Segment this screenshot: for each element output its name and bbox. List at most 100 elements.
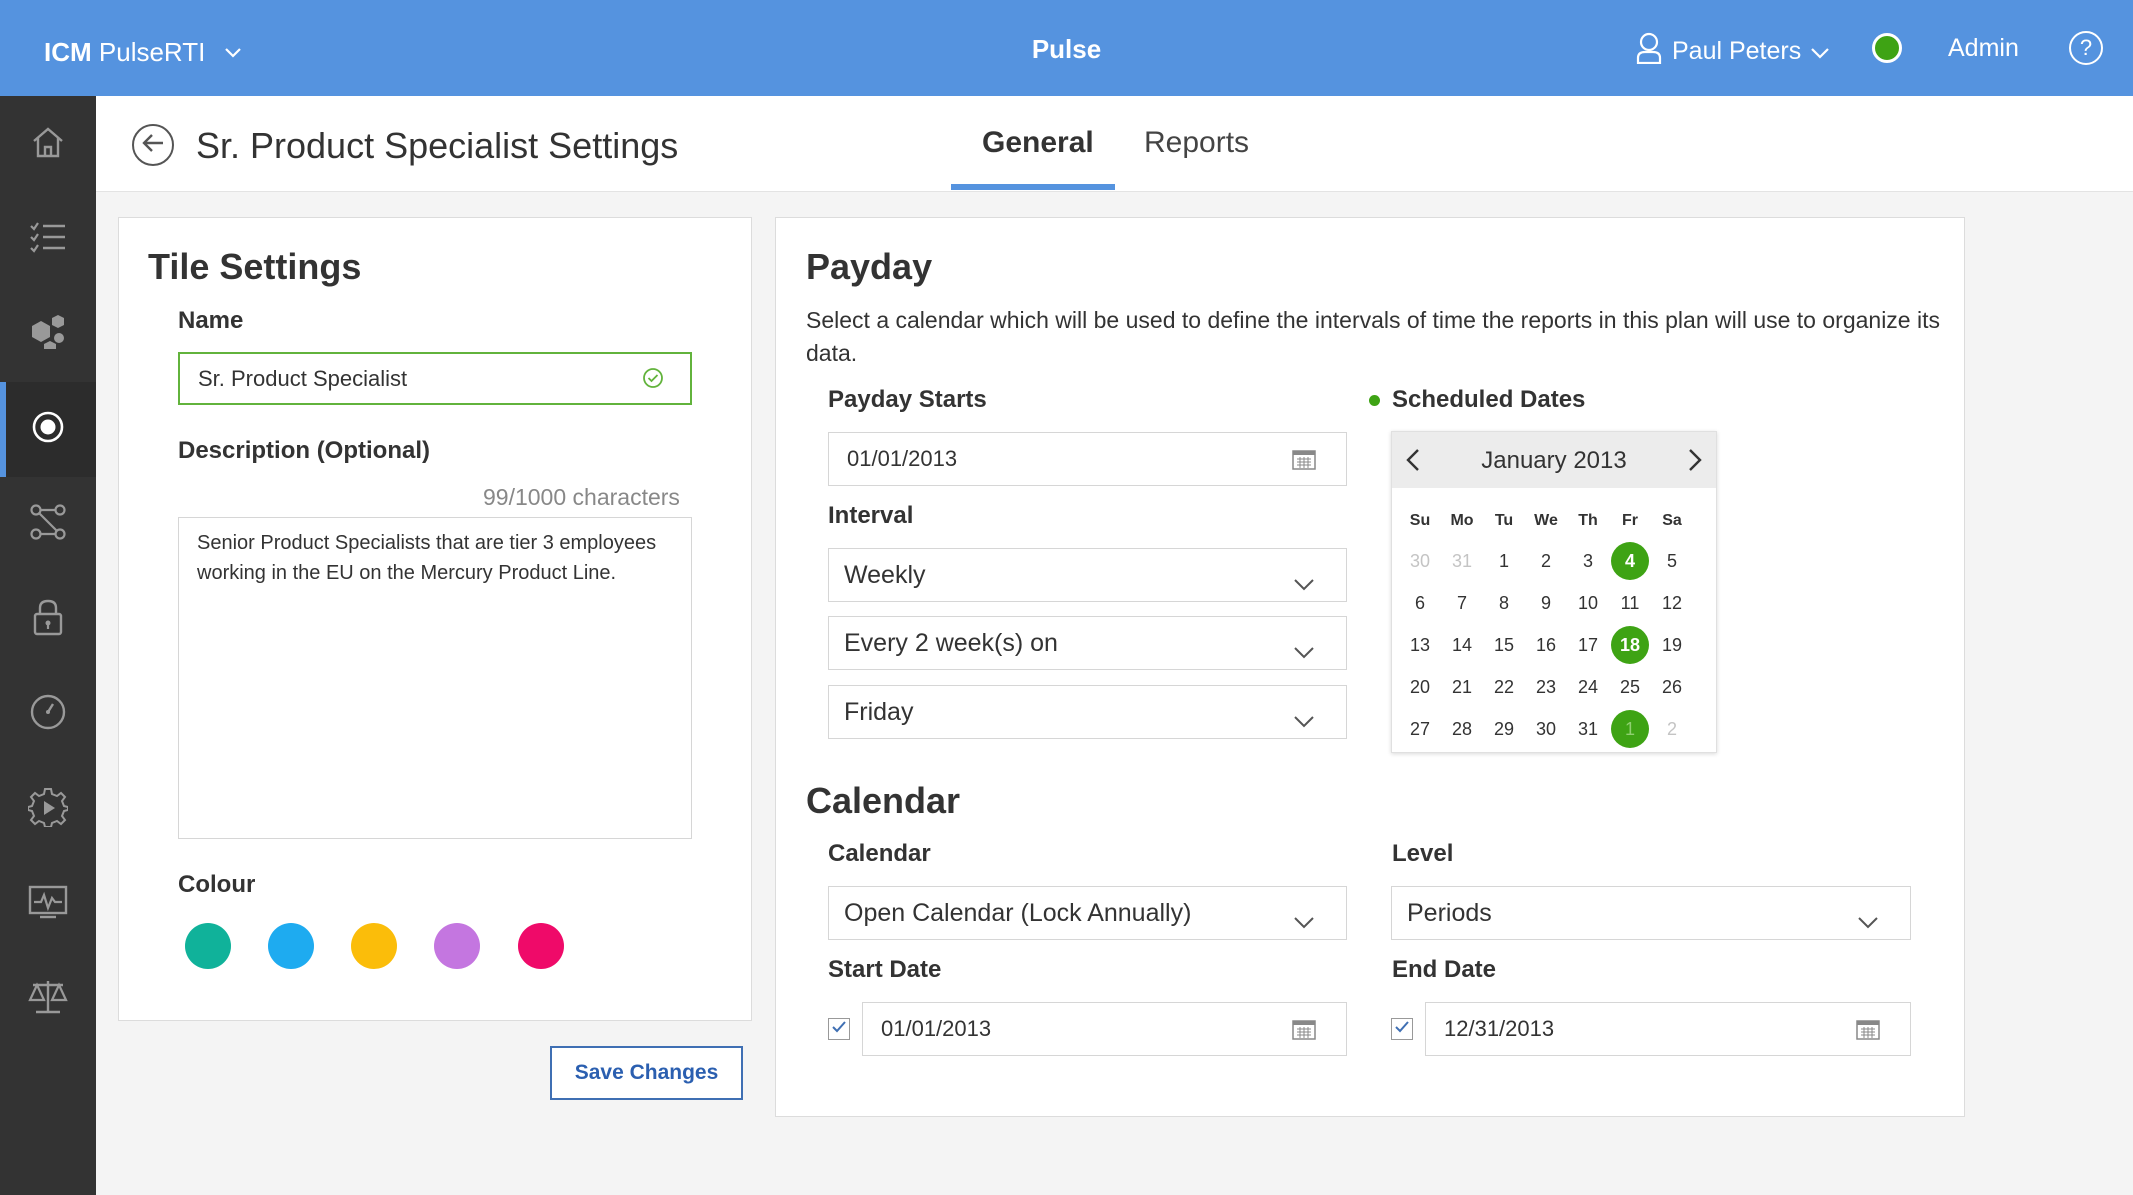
interval-select[interactable]: Weekly <box>828 548 1347 602</box>
calendar-day[interactable]: 20 <box>1401 668 1439 706</box>
end-date-field[interactable]: 12/31/2013 <box>1425 1002 1911 1056</box>
payday-title: Payday <box>806 246 933 287</box>
nav-home[interactable] <box>0 97 96 192</box>
payday-starts-field[interactable]: 01/01/2013 <box>828 432 1347 486</box>
tile-settings-title: Tile Settings <box>148 246 362 287</box>
user-icon <box>1636 32 1662 71</box>
character-count: 99/1000 characters <box>483 484 680 510</box>
frequency-select[interactable]: Every 2 week(s) on <box>828 616 1347 670</box>
colour-swatch-teal[interactable] <box>185 923 231 969</box>
calendar-day[interactable]: 5 <box>1653 542 1691 580</box>
calendar-day[interactable]: 8 <box>1485 584 1523 622</box>
calendar-icon[interactable] <box>1856 1018 1880 1046</box>
calendar-day[interactable]: 1 <box>1485 542 1523 580</box>
colour-swatch-purple[interactable] <box>434 923 480 969</box>
checklist-icon <box>29 220 67 259</box>
calendar-day[interactable]: 10 <box>1569 584 1607 622</box>
back-button[interactable] <box>132 124 174 166</box>
weekday-select[interactable]: Friday <box>828 685 1347 739</box>
nav-checklist[interactable] <box>0 192 96 287</box>
calendar-day[interactable]: 12 <box>1653 584 1691 622</box>
status-indicator <box>1872 33 1902 63</box>
calendar-day[interactable]: 19 <box>1653 626 1691 664</box>
calendar-day[interactable]: 13 <box>1401 626 1439 664</box>
check-circle-icon <box>642 367 664 395</box>
interval-value: Weekly <box>844 560 926 589</box>
calendar-day[interactable]: 23 <box>1527 668 1565 706</box>
page-header: Sr. Product Specialist Settings General … <box>96 96 2133 192</box>
calendar-day[interactable]: 2 <box>1527 542 1565 580</box>
end-date-checkbox[interactable] <box>1391 1018 1413 1040</box>
start-date-checkbox[interactable] <box>828 1018 850 1040</box>
calendar-icon[interactable] <box>1292 448 1316 476</box>
colour-swatch-blue[interactable] <box>268 923 314 969</box>
nav-targets[interactable] <box>0 382 96 477</box>
calendar-day[interactable]: 2 <box>1653 710 1691 748</box>
chevron-right-icon[interactable] <box>1688 448 1702 477</box>
nav-monitor[interactable] <box>0 857 96 952</box>
calendar-day[interactable]: 14 <box>1443 626 1481 664</box>
nav-process[interactable] <box>0 762 96 857</box>
calendar-title: Calendar <box>806 780 961 821</box>
calendar-day[interactable]: 26 <box>1653 668 1691 706</box>
calendar-day[interactable]: 25 <box>1611 668 1649 706</box>
user-menu[interactable]: Paul Peters <box>1636 32 1830 71</box>
calendar-day[interactable]: 31 <box>1569 710 1607 748</box>
calendar-day[interactable]: 28 <box>1443 710 1481 748</box>
description-textarea[interactable]: Senior Product Specialists that are tier… <box>178 517 692 839</box>
calendar-day[interactable]: 22 <box>1485 668 1523 706</box>
nav-schedule[interactable] <box>0 667 96 762</box>
calendar-day[interactable]: 11 <box>1611 584 1649 622</box>
calendar-day[interactable]: 27 <box>1401 710 1439 748</box>
calendar-day[interactable]: 15 <box>1485 626 1523 664</box>
pulse-monitor-icon <box>28 885 68 924</box>
chevron-down-icon <box>1294 907 1314 936</box>
calendar-day-scheduled[interactable]: 18 <box>1611 626 1649 664</box>
save-changes-button[interactable]: Save Changes <box>550 1046 743 1100</box>
nav-security[interactable] <box>0 572 96 667</box>
start-date-field[interactable]: 01/01/2013 <box>862 1002 1347 1056</box>
scales-icon <box>28 979 68 1020</box>
calendar-day[interactable]: 24 <box>1569 668 1607 706</box>
calendar-day[interactable]: 30 <box>1527 710 1565 748</box>
colour-swatch-pink[interactable] <box>518 923 564 969</box>
calendar-day-scheduled[interactable]: 4 <box>1611 542 1649 580</box>
nav-workflow[interactable] <box>0 477 96 572</box>
frequency-value: Every 2 week(s) on <box>844 628 1058 657</box>
calendar-day-scheduled[interactable]: 1 <box>1611 710 1649 748</box>
clock-icon <box>29 693 67 736</box>
active-tab-indicator <box>951 184 1115 190</box>
start-date-value: 01/01/2013 <box>881 1016 992 1041</box>
calendar-day[interactable]: 29 <box>1485 710 1523 748</box>
colour-label: Colour <box>178 871 256 898</box>
calendar-day[interactable]: 31 <box>1443 542 1481 580</box>
calendar-day[interactable]: 7 <box>1443 584 1481 622</box>
calendar-icon[interactable] <box>1292 1018 1316 1046</box>
tab-reports[interactable]: Reports <box>1144 126 1249 160</box>
calendar-day[interactable]: 17 <box>1569 626 1607 664</box>
nav-compliance[interactable] <box>0 952 96 1047</box>
calendar-header: January 2013 <box>1392 432 1716 488</box>
weekday-header: Fr <box>1622 512 1638 529</box>
chevron-down-icon <box>1858 907 1878 936</box>
tab-general[interactable]: General <box>982 126 1094 160</box>
admin-link[interactable]: Admin <box>1948 34 2019 63</box>
calendar-day[interactable]: 6 <box>1401 584 1439 622</box>
level-select[interactable]: Periods <box>1391 886 1911 940</box>
calendar-day[interactable]: 30 <box>1401 542 1439 580</box>
calendar-select[interactable]: Open Calendar (Lock Annually) <box>828 886 1347 940</box>
top-bar: ICM PulseRTI Pulse Paul Peters Admin ? <box>0 0 2133 96</box>
help-icon[interactable]: ? <box>2069 31 2103 65</box>
level-label: Level <box>1392 840 1454 867</box>
nav-products[interactable] <box>0 287 96 382</box>
weekday-header: Tu <box>1494 512 1514 529</box>
calendar-day[interactable]: 21 <box>1443 668 1481 706</box>
workflow-icon <box>29 503 67 546</box>
calendar-day[interactable]: 3 <box>1569 542 1607 580</box>
calendar-label: Calendar <box>828 840 931 867</box>
calendar-day[interactable]: 9 <box>1527 584 1565 622</box>
user-name: Paul Peters <box>1672 37 1802 65</box>
name-field[interactable]: Sr. Product Specialist <box>178 352 692 405</box>
calendar-day[interactable]: 16 <box>1527 626 1565 664</box>
colour-swatch-yellow[interactable] <box>351 923 397 969</box>
